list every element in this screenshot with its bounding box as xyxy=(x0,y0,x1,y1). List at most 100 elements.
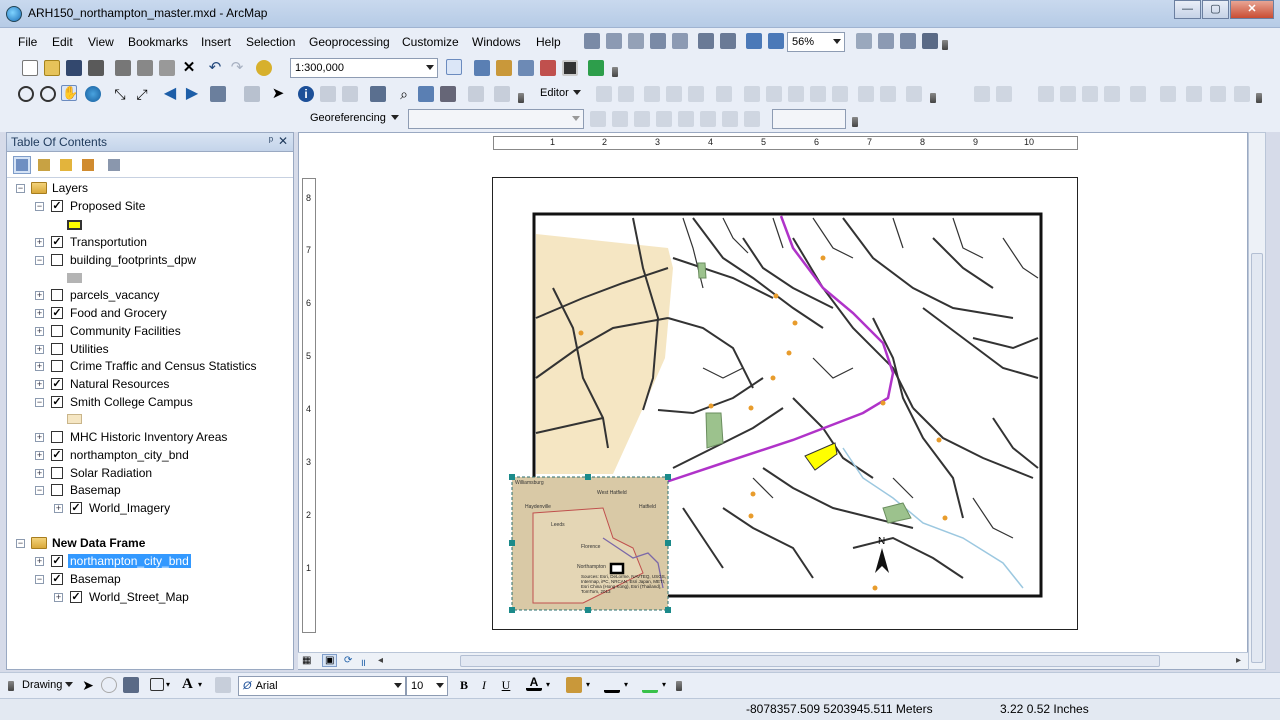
toc-window-icon[interactable] xyxy=(474,60,490,76)
menu-bookmarks[interactable]: Bookmarks xyxy=(128,35,188,49)
selected-layer-label[interactable]: northampton_city_bnd xyxy=(68,554,191,568)
select-features-icon[interactable] xyxy=(210,86,226,102)
add-data-icon[interactable] xyxy=(256,60,272,76)
expand-toggle[interactable]: + xyxy=(35,309,44,318)
layer-label[interactable]: Smith College Campus xyxy=(70,395,193,409)
back-extent-icon[interactable] xyxy=(746,33,762,49)
pan-hand-icon[interactable]: ✋ xyxy=(61,85,78,101)
pin-icon[interactable]: ᵖ xyxy=(269,135,273,147)
text-dropdown-icon[interactable]: ▾ xyxy=(198,677,214,693)
font-dropdown[interactable]: Ø Arial xyxy=(238,676,406,696)
menu-edit[interactable]: Edit xyxy=(52,35,73,49)
expand-toggle[interactable]: + xyxy=(54,504,63,513)
time-slider-icon[interactable] xyxy=(468,86,484,102)
expand-toggle[interactable]: + xyxy=(35,327,44,336)
catalog-window-icon[interactable] xyxy=(496,60,512,76)
data-driven-pages-icon[interactable] xyxy=(922,33,938,49)
zoom-in-layout-icon[interactable] xyxy=(606,33,622,49)
layer-label[interactable]: MHC Historic Inventory Areas xyxy=(70,430,227,444)
collapse-toggle[interactable]: − xyxy=(35,486,44,495)
expand-toggle[interactable]: + xyxy=(35,433,44,442)
layer-label[interactable]: Crime Traffic and Census Statistics xyxy=(70,359,257,373)
layer-visibility-checkbox[interactable] xyxy=(51,467,63,479)
cut-icon[interactable] xyxy=(115,60,131,76)
toolbar-gripper[interactable] xyxy=(1256,93,1262,103)
list-by-drawing-order-icon[interactable] xyxy=(13,156,31,174)
topology-icon[interactable] xyxy=(974,86,990,102)
sketch-properties-icon[interactable] xyxy=(880,86,896,102)
expand-toggle[interactable]: + xyxy=(35,345,44,354)
callout-icon[interactable] xyxy=(215,677,231,693)
go-to-xy-icon[interactable] xyxy=(440,86,456,102)
layer-visibility-checkbox[interactable]: ✓ xyxy=(51,555,63,567)
expand-toggle[interactable]: + xyxy=(35,380,44,389)
expand-toggle[interactable]: + xyxy=(35,362,44,371)
add-control-points-icon[interactable] xyxy=(656,111,672,127)
menu-geoprocessing[interactable]: Geoprocessing xyxy=(309,35,390,49)
pause-drawing-icon[interactable]: ॥ xyxy=(360,655,366,669)
new-text-icon[interactable]: A xyxy=(182,676,198,692)
layer-visibility-checkbox[interactable]: ✓ xyxy=(51,378,63,390)
fixed-zoom-in-map-icon[interactable]: ⤡ xyxy=(112,86,128,102)
zoom-percent-dropdown[interactable]: 56% xyxy=(787,32,845,52)
layer-label[interactable]: World_Imagery xyxy=(89,501,170,515)
viewer-window-icon[interactable] xyxy=(494,86,510,102)
layer-label[interactable]: Transportution xyxy=(70,235,147,249)
layer-label[interactable]: Food and Grocery xyxy=(70,306,167,320)
options-icon[interactable] xyxy=(105,156,123,174)
edit-annotation-icon[interactable] xyxy=(618,86,634,102)
toggle-draft-icon[interactable] xyxy=(856,33,872,49)
minimize-button[interactable]: — xyxy=(1174,0,1201,19)
georef-input-box[interactable] xyxy=(772,109,846,129)
data-view-toggle-icon[interactable]: ▦ xyxy=(302,655,311,666)
collapse-toggle[interactable]: − xyxy=(16,184,25,193)
point-icon[interactable] xyxy=(716,86,732,102)
select-elements-icon[interactable]: ➤ xyxy=(80,677,96,693)
font-size-dropdown[interactable]: 10 xyxy=(406,676,448,696)
pan-layout-icon[interactable] xyxy=(628,33,644,49)
toolbar-gripper[interactable] xyxy=(612,67,618,77)
marker-color-icon[interactable] xyxy=(642,677,658,693)
layer-label[interactable]: Basemap xyxy=(70,483,121,497)
font-color-button[interactable]: A xyxy=(526,675,542,691)
building-footprint-symbol[interactable] xyxy=(67,273,82,283)
topology-dropdown-icon[interactable] xyxy=(996,86,1012,102)
shift-raster-icon[interactable] xyxy=(612,111,628,127)
refresh-view-icon[interactable]: ⟳ xyxy=(344,655,352,666)
menu-windows[interactable]: Windows xyxy=(472,35,521,49)
smith-campus-symbol[interactable] xyxy=(67,414,82,424)
split-icon[interactable] xyxy=(810,86,826,102)
fixed-zoom-in-icon[interactable] xyxy=(650,33,666,49)
layer-label[interactable]: Proposed Site xyxy=(70,199,145,213)
topology-edit-icon[interactable] xyxy=(1060,86,1076,102)
new-document-icon[interactable] xyxy=(22,60,38,76)
collapse-toggle[interactable]: − xyxy=(35,398,44,407)
layer-visibility-checkbox[interactable] xyxy=(51,360,63,372)
fill-color-dropdown-icon[interactable]: ▾ xyxy=(586,677,602,693)
zoom-to-selected-link-icon[interactable] xyxy=(700,111,716,127)
zoom-in-icon[interactable] xyxy=(18,86,34,102)
zoom-to-selected-elements-icon[interactable] xyxy=(123,677,139,693)
next-extent-icon[interactable]: ▶ xyxy=(184,86,200,102)
delete-icon[interactable]: ✕ xyxy=(181,60,197,76)
toolbar-gripper[interactable] xyxy=(930,93,936,103)
layer-label[interactable]: parcels_vacancy xyxy=(70,288,159,302)
layer-label[interactable]: building_footprints_dpw xyxy=(70,253,196,267)
layer-visibility-checkbox[interactable]: ✓ xyxy=(51,573,63,585)
menu-view[interactable]: View xyxy=(88,35,114,49)
menu-customize[interactable]: Customize xyxy=(402,35,459,49)
reshape-icon[interactable] xyxy=(766,86,782,102)
straight-segment-icon[interactable] xyxy=(644,86,660,102)
collapse-toggle[interactable]: − xyxy=(16,539,25,548)
python-window-icon[interactable] xyxy=(562,60,578,76)
toolbar-gripper[interactable] xyxy=(8,681,14,691)
select-link-icon[interactable] xyxy=(678,111,694,127)
validate-topology-icon[interactable] xyxy=(1104,86,1120,102)
create-features-icon[interactable] xyxy=(906,86,922,102)
layer-visibility-checkbox[interactable]: ✓ xyxy=(51,396,63,408)
map-data-frame[interactable]: N Williamsburg West Hatfield Haydenville… xyxy=(493,178,1079,631)
html-popup-icon[interactable] xyxy=(342,86,358,102)
data-frame-label[interactable]: New Data Frame xyxy=(52,536,145,550)
layer-visibility-checkbox[interactable]: ✓ xyxy=(51,200,63,212)
measure-icon[interactable] xyxy=(370,86,386,102)
